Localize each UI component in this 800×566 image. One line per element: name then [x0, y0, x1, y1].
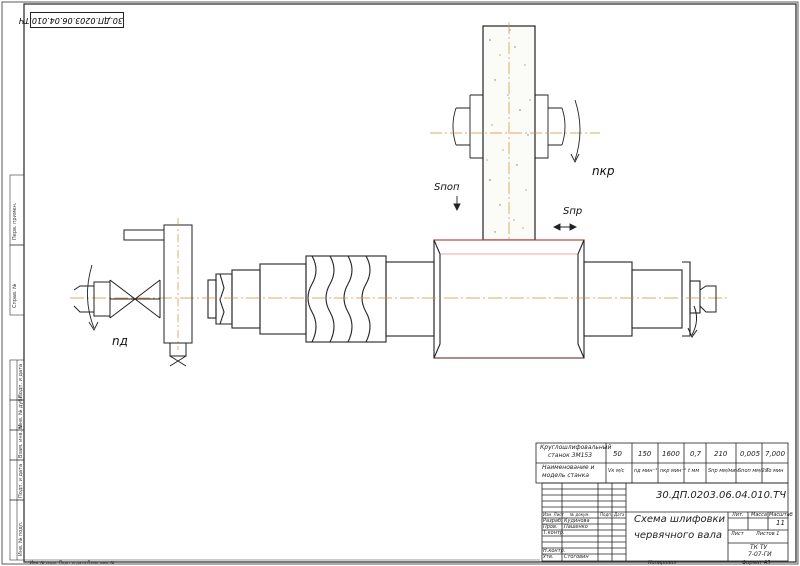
- tcontrol-role: Т.контр.: [543, 530, 565, 536]
- worm-shaft: [70, 239, 730, 359]
- param-header-1: Vк м/с: [608, 468, 625, 474]
- wheel-rotation-arrow: [570, 99, 581, 164]
- side-label-4: Инв. № дубл.: [18, 393, 24, 428]
- param-value-2: 150: [638, 450, 652, 458]
- approve-role: Утв.: [543, 554, 554, 560]
- outer-frame: [1, 1, 799, 565]
- inner-frame: [23, 3, 797, 563]
- side-label-6: Подп. и дата: [18, 463, 24, 498]
- scale-label: Масштаб: [769, 512, 793, 518]
- format-label: Формат А3: [742, 560, 771, 566]
- side-label-2: Справ. №: [12, 283, 18, 308]
- param-value-3: 1600: [662, 450, 680, 458]
- role-doc: № докум.: [570, 512, 590, 517]
- doc-code: 30.ДП.0203.06.04.010.ТЧ: [656, 490, 787, 501]
- param-value-5: 210: [714, 450, 728, 458]
- role-sign: Подп.: [600, 512, 613, 517]
- bottom-left-note: Инв. № подл. Подп. и дата Взам. инв. №: [30, 560, 115, 565]
- mass-label: Масса: [751, 512, 767, 518]
- sheet-word: Лист: [731, 531, 744, 537]
- check-name: Пашенко: [564, 524, 588, 530]
- workpiece-rotation-arrow: [87, 264, 99, 331]
- lit-label: Лит.: [732, 512, 744, 518]
- group-line2: 7-07-ГИ: [748, 551, 772, 558]
- machine-name-line1: Круглошлифовальный: [540, 444, 612, 451]
- approve-name: Стоговин: [564, 554, 589, 560]
- param-value-1: 50: [613, 450, 622, 458]
- param-header-6: Sпоп мм/2х: [738, 468, 768, 474]
- label-n-kr: nкр: [592, 164, 615, 178]
- copied-label: Копировал: [648, 560, 677, 566]
- machine-name-line2: станок ЗМ153: [548, 452, 593, 459]
- side-label-1: Перв. примен.: [12, 202, 18, 240]
- rotated-stamp: 30.ДП.0203.06.04.010.ТЧ: [19, 12, 124, 28]
- side-label-7: Инв. № подл.: [18, 521, 24, 557]
- label-n-d: nд: [112, 334, 128, 348]
- param-header-2: nд мин⁻¹: [634, 468, 658, 474]
- drawing-title-line2: червячного вала: [634, 530, 722, 541]
- plunge-feed-arrow: [453, 196, 461, 212]
- drawing-sheet: [1, 1, 799, 565]
- role-date: Дата: [614, 512, 625, 517]
- param-header-3: nкр мин⁻¹: [660, 468, 686, 474]
- param-value-6: 0,005: [740, 450, 761, 458]
- side-label-5: Взам. инв. №: [18, 424, 24, 458]
- param-header-5: Sпр мм/мин: [708, 468, 739, 474]
- machine-caption-line2: модель станка: [542, 472, 590, 479]
- group-line1: ТК ТУ: [750, 544, 768, 551]
- label-s-pop: Sпоп: [434, 182, 460, 193]
- label-s-pr: Sпр: [563, 206, 583, 217]
- param-value-4: 0,7: [690, 450, 702, 458]
- param-header-4: t мм: [688, 468, 700, 474]
- tailstock-center: [687, 285, 717, 339]
- machine-caption-line1: Наименование и: [542, 464, 595, 471]
- drawing-title-line1: Схема шлифовки: [634, 514, 726, 525]
- param-header-7: To мин: [766, 468, 784, 474]
- driver-dog: [73, 218, 193, 367]
- role-izm: Изм. Лист: [543, 512, 564, 517]
- param-value-7: 7,000: [765, 450, 786, 458]
- longitudinal-feed-arrow: [552, 223, 578, 231]
- scale-value: 11: [776, 519, 785, 527]
- sheets-word: Листов 1: [756, 531, 780, 537]
